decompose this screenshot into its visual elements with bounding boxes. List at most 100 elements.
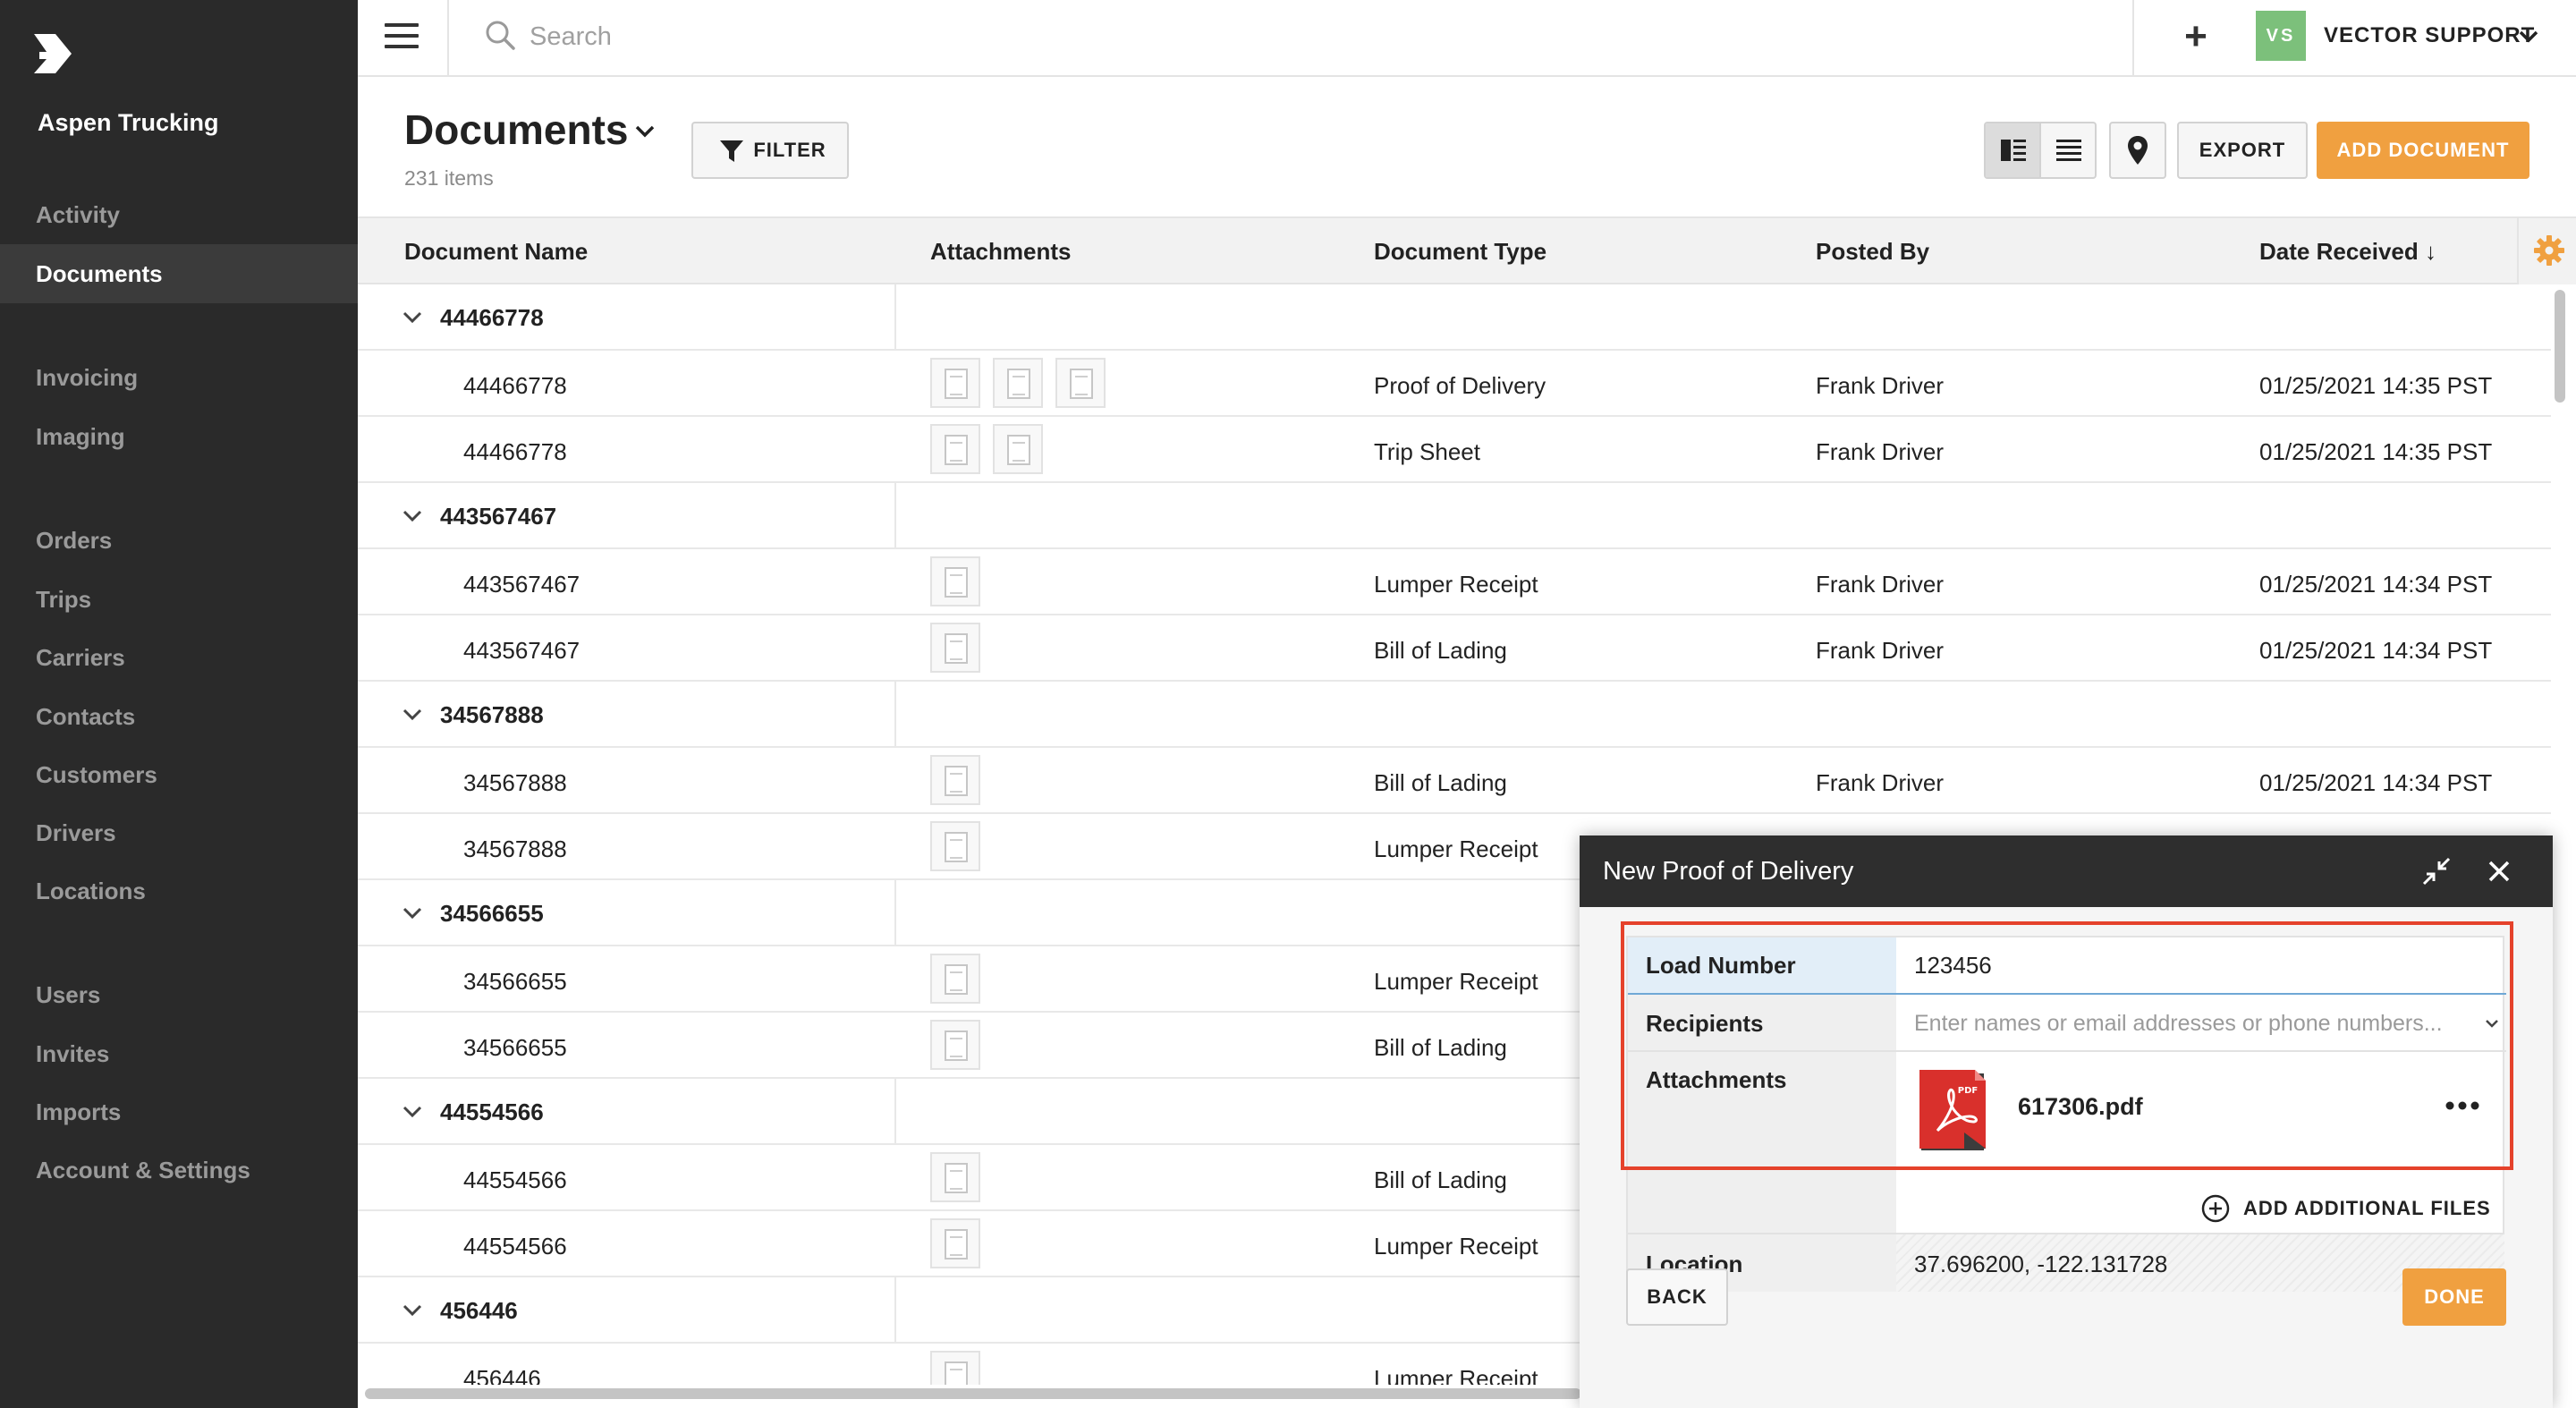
document-icon: [945, 1163, 968, 1193]
list-view-icon: [2056, 140, 2081, 161]
dialog-title: New Proof of Delivery: [1603, 857, 1854, 886]
attachments-cell: [930, 1351, 980, 1385]
attachment-thumbnail[interactable]: [930, 1351, 980, 1385]
split-view-button[interactable]: [1986, 123, 2041, 177]
date-received: 01/25/2021 14:34 PST: [2259, 769, 2493, 796]
sidebar-item-imaging[interactable]: Imaging: [0, 407, 358, 466]
attachment-thumbnail[interactable]: [930, 1020, 980, 1070]
sidebar-item-customers[interactable]: Customers: [0, 745, 358, 804]
sidebar-item-drivers[interactable]: Drivers: [0, 803, 358, 862]
add-circle-icon: [2201, 1194, 2230, 1223]
attachment-file-name[interactable]: 617306.pdf: [2018, 1093, 2143, 1121]
column-header-attachments[interactable]: Attachments: [930, 238, 1071, 266]
attachment-thumbnail[interactable]: [993, 424, 1043, 474]
chevron-down-icon[interactable]: [401, 306, 424, 329]
sidebar-item-documents[interactable]: Documents: [0, 244, 358, 303]
done-button[interactable]: DONE: [2402, 1268, 2506, 1326]
back-button[interactable]: BACK: [1626, 1268, 1728, 1326]
sidebar-item-account-settings[interactable]: Account & Settings: [0, 1141, 358, 1200]
load-number-input[interactable]: 123456: [1896, 937, 2506, 995]
chevron-down-icon[interactable]: [2515, 23, 2542, 50]
attachment-thumbnail[interactable]: [930, 424, 980, 474]
hamburger-menu-icon[interactable]: [385, 23, 419, 54]
recipients-input[interactable]: Enter names or email addresses or phone …: [1896, 995, 2506, 1052]
close-icon[interactable]: [2485, 857, 2513, 886]
attachment-thumbnail[interactable]: [930, 1152, 980, 1202]
document-icon: [1007, 435, 1030, 465]
horizontal-scrollbar[interactable]: [365, 1388, 1581, 1399]
column-header-posted-by[interactable]: Posted By: [1816, 238, 1929, 266]
attachment-thumbnail[interactable]: [930, 755, 980, 805]
attachment-thumbnail[interactable]: [993, 358, 1043, 408]
add-icon[interactable]: +: [2174, 16, 2218, 61]
table-row[interactable]: 443567467 Lumper Receipt Frank Driver 01/25…: [358, 549, 2551, 615]
user-menu[interactable]: VECTOR SUPPORT: [2324, 23, 2535, 48]
attachment-thumbnail[interactable]: [930, 556, 980, 606]
table-row[interactable]: 443567467 Bill of Lading Frank Driver 01/25…: [358, 615, 2551, 682]
chevron-down-icon[interactable]: [401, 902, 424, 925]
chevron-down-icon[interactable]: [401, 505, 424, 528]
collapse-icon[interactable]: [2420, 855, 2453, 887]
document-icon: [945, 1361, 968, 1385]
map-view-button[interactable]: [2109, 122, 2166, 179]
attachments-cell: [930, 954, 980, 1004]
avatar[interactable]: VS: [2256, 11, 2306, 61]
search-input[interactable]: [530, 16, 1066, 57]
column-settings[interactable]: [2517, 218, 2576, 284]
sidebar-item-locations[interactable]: Locations: [0, 861, 358, 920]
add-document-button[interactable]: ADD DOCUMENT: [2317, 122, 2529, 179]
group-row[interactable]: 34567888: [358, 682, 2551, 748]
filter-button[interactable]: FILTER: [691, 122, 849, 179]
document-type: Lumper Receipt: [1374, 1233, 1538, 1260]
export-button[interactable]: EXPORT: [2177, 122, 2308, 179]
group-load-number: 44466778: [440, 304, 544, 331]
sidebar-item-invites[interactable]: Invites: [0, 1024, 358, 1083]
table-row[interactable]: 34567888 Bill of Lading Frank Driver 01/25/…: [358, 748, 2551, 814]
attachment-thumbnail[interactable]: [930, 821, 980, 871]
sidebar-item-carriers[interactable]: Carriers: [0, 628, 358, 687]
attachments-label: Attachments: [1628, 1052, 1896, 1233]
column-header-document-name[interactable]: Document Name: [404, 238, 588, 266]
document-icon: [945, 633, 968, 664]
app-window: Aspen Trucking Activity Documents Invoicin…: [0, 0, 2576, 1408]
chevron-down-icon[interactable]: [633, 120, 657, 143]
group-row[interactable]: 443567467: [358, 483, 2551, 549]
dialog-header: New Proof of Delivery: [1580, 835, 2553, 907]
more-options-icon[interactable]: [2444, 1097, 2481, 1115]
attachments-cell: [930, 1152, 980, 1202]
page-title[interactable]: Documents: [404, 106, 628, 154]
group-row[interactable]: 44466778: [358, 284, 2551, 351]
document-type: Lumper Receipt: [1374, 835, 1538, 862]
chevron-down-icon[interactable]: [401, 703, 424, 726]
document-icon: [945, 567, 968, 598]
attachment-thumbnail[interactable]: [930, 954, 980, 1004]
sidebar-item-orders[interactable]: Orders: [0, 511, 358, 570]
attachment-thumbnail[interactable]: [930, 1218, 980, 1268]
attachment-file-item[interactable]: PDF 617306.pdf: [1896, 1052, 2506, 1175]
column-header-document-type[interactable]: Document Type: [1374, 238, 1546, 266]
logo-icon[interactable]: [32, 32, 75, 75]
sidebar-item-users[interactable]: Users: [0, 965, 358, 1024]
chevron-down-icon[interactable]: [401, 1100, 424, 1124]
attachment-thumbnail[interactable]: [1055, 358, 1106, 408]
document-icon: [945, 964, 968, 995]
attachment-thumbnail[interactable]: [930, 358, 980, 408]
chevron-down-icon[interactable]: [2483, 1014, 2501, 1032]
table-row[interactable]: 44466778 Proof of Delivery Frank Driver 01/…: [358, 351, 2551, 417]
pdf-badge: PDF: [1958, 1086, 1978, 1096]
vertical-scrollbar[interactable]: [2555, 290, 2565, 403]
chevron-down-icon[interactable]: [401, 1299, 424, 1322]
sidebar-item-trips[interactable]: Trips: [0, 570, 358, 629]
sidebar-item-imports[interactable]: Imports: [0, 1082, 358, 1141]
sidebar-item-contacts[interactable]: Contacts: [0, 687, 358, 746]
column-header-date-received[interactable]: Date Received ↓: [2259, 238, 2436, 266]
sidebar-item-invoicing[interactable]: Invoicing: [0, 348, 358, 407]
sidebar-item-activity[interactable]: Activity: [0, 185, 358, 244]
add-additional-files-button[interactable]: ADD ADDITIONAL FILES: [2200, 1190, 2504, 1226]
list-view-button[interactable]: [2041, 123, 2095, 177]
table-row[interactable]: 44466778 Trip Sheet Frank Driver 01/25/2021…: [358, 417, 2551, 483]
document-name: 44554566: [463, 1233, 567, 1260]
table-header: Document Name Attachments Document Type …: [358, 216, 2576, 284]
dialog-body: Load Number 123456 Recipients Enter name…: [1580, 907, 2553, 1408]
attachment-thumbnail[interactable]: [930, 623, 980, 673]
